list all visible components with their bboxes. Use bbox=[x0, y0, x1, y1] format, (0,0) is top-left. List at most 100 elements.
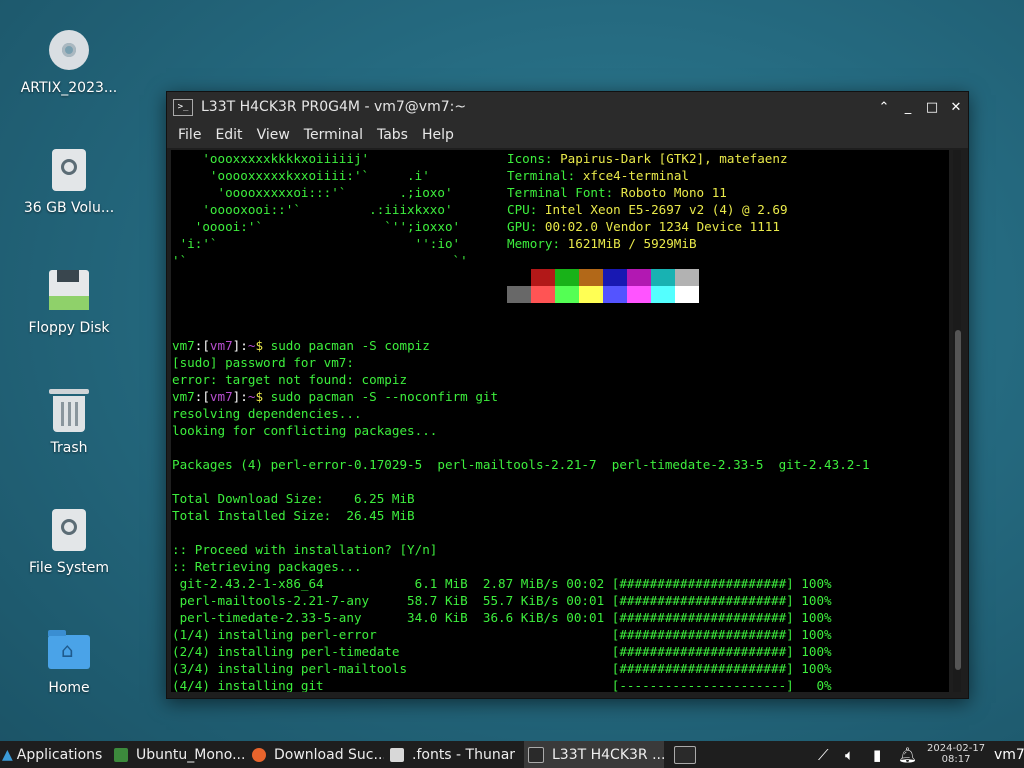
maximize-button[interactable]: □ bbox=[920, 100, 944, 115]
home-folder-icon bbox=[45, 626, 93, 674]
ascii-art-line: 'ooooxooi::'` .:iiixkxxo' bbox=[172, 202, 453, 217]
scrollbar-thumb[interactable] bbox=[955, 330, 961, 670]
taskbar: ▲ Applications Ubuntu_Mono... Download S… bbox=[0, 741, 1024, 768]
task-thunar[interactable]: .fonts - Thunar bbox=[390, 741, 518, 768]
palette-swatch bbox=[531, 286, 555, 303]
ascii-art-line: 'oooxxxxxkkkkxoiiiiij' bbox=[172, 151, 370, 166]
task-label: .fonts - Thunar bbox=[412, 746, 516, 763]
palette-swatch bbox=[579, 286, 603, 303]
desktop-icon-label: 36 GB Volu... bbox=[23, 200, 115, 216]
output-proceed: :: Proceed with installation? [Y/n] bbox=[172, 542, 438, 557]
desktop-icon-label: File System bbox=[28, 560, 110, 576]
task-label: Ubuntu_Mono... bbox=[136, 746, 246, 763]
palette-swatch bbox=[507, 286, 531, 303]
palette-swatch bbox=[555, 286, 579, 303]
install-progress-line: (3/4) installing perl-mailtools [#######… bbox=[172, 661, 832, 676]
palette-swatch bbox=[651, 269, 675, 286]
output-line: error: target not found: compiz bbox=[172, 372, 408, 387]
output-retrieving: :: Retrieving packages... bbox=[172, 559, 362, 574]
ascii-art-line: 'i:'` '':io' bbox=[172, 236, 461, 251]
optical-disc-icon bbox=[45, 26, 93, 74]
desktop-icon-volume[interactable]: 36 GB Volu... bbox=[8, 146, 130, 216]
prompt-line-1: vm7:[vm7]:~$ sudo pacman -S compiz bbox=[172, 338, 430, 353]
menu-tabs[interactable]: Tabs bbox=[370, 127, 415, 143]
sysinfo-terminal-font: Terminal Font: Roboto Mono 11 bbox=[507, 185, 727, 200]
menu-help[interactable]: Help bbox=[415, 127, 461, 143]
palette-swatch bbox=[603, 286, 627, 303]
palette-swatch bbox=[675, 286, 699, 303]
clock[interactable]: 2024-02-17 08:17 bbox=[927, 743, 985, 765]
applications-menu-button[interactable]: ▲ Applications bbox=[2, 741, 110, 768]
install-progress-line: (4/4) installing git [------------------… bbox=[172, 678, 832, 692]
sysinfo-icons: Icons: Papirus-Dark [GTK2], matefaenz bbox=[507, 151, 788, 166]
task-terminal[interactable]: L33T H4CK3R ... bbox=[524, 741, 664, 768]
trash-icon bbox=[45, 386, 93, 434]
menu-file[interactable]: File bbox=[171, 127, 208, 143]
window-titlebar[interactable]: >_ L33T H4CK3R PR0G4M - vm7@vm7:~ ⌃ _ □ … bbox=[167, 92, 968, 122]
palette-swatch bbox=[627, 269, 651, 286]
menu-bar: File Edit View Terminal Tabs Help bbox=[167, 122, 968, 148]
user-menu[interactable]: vm7 bbox=[994, 741, 1024, 768]
floppy-disk-icon bbox=[45, 266, 93, 314]
notification-bell-icon[interactable]: 🔔︎ bbox=[898, 741, 917, 768]
network-icon[interactable]: ⟋ bbox=[818, 741, 829, 768]
launcher-terminal[interactable] bbox=[674, 741, 700, 768]
ascii-art-line: 'ooooi:'` `'';ioxxo' bbox=[172, 219, 461, 234]
battery-icon[interactable]: ▮ bbox=[873, 741, 881, 768]
folder-icon bbox=[390, 747, 404, 762]
applications-label: Applications bbox=[16, 746, 103, 763]
sysinfo-terminal: Terminal: xfce4-terminal bbox=[507, 168, 689, 183]
window-title: L33T H4CK3R PR0G4M - vm7@vm7:~ bbox=[201, 99, 467, 115]
download-progress-line: perl-timedate-2.33-5-any 34.0 KiB 36.6 K… bbox=[172, 610, 832, 625]
artix-logo-icon: ▲ bbox=[2, 746, 13, 763]
desktop-icon-trash[interactable]: Trash bbox=[8, 386, 130, 456]
terminal-icon bbox=[528, 746, 544, 763]
output-line: [sudo] password for vm7: bbox=[172, 355, 354, 370]
terminal-window[interactable]: >_ L33T H4CK3R PR0G4M - vm7@vm7:~ ⌃ _ □ … bbox=[166, 91, 969, 699]
install-progress-line: (2/4) installing perl-timedate [########… bbox=[172, 644, 832, 659]
task-label: L33T H4CK3R ... bbox=[552, 746, 664, 763]
sysinfo-memory: Memory: 1621MiB / 5929MiB bbox=[507, 236, 697, 251]
terminal-output[interactable]: 'oooxxxxxkkkkxoiiiiij' 'ooooxxxxxkxxoiii… bbox=[171, 150, 949, 692]
palette-swatch bbox=[531, 269, 555, 286]
task-download[interactable]: Download Suc... bbox=[252, 741, 384, 768]
task-ubuntu-mono[interactable]: Ubuntu_Mono... bbox=[114, 741, 248, 768]
palette-swatch bbox=[507, 269, 531, 286]
output-line: resolving dependencies... bbox=[172, 406, 362, 421]
palette-swatch bbox=[579, 269, 603, 286]
clock-time: 08:17 bbox=[941, 754, 971, 765]
output-installed-size: Total Installed Size: 26.45 MiB bbox=[172, 508, 415, 523]
desktop-icon-artix-disc[interactable]: ARTIX_2023... bbox=[8, 26, 130, 96]
prompt-line-2: vm7:[vm7]:~$ sudo pacman -S --noconfirm … bbox=[172, 389, 499, 404]
download-progress-line: git-2.43.2-1-x86_64 6.1 MiB 2.87 MiB/s 0… bbox=[172, 576, 832, 591]
minimize-button[interactable]: _ bbox=[896, 100, 920, 115]
menu-edit[interactable]: Edit bbox=[208, 127, 249, 143]
output-line: looking for conflicting packages... bbox=[172, 423, 438, 438]
task-label: Download Suc... bbox=[274, 746, 384, 763]
desktop-icon-floppy[interactable]: Floppy Disk bbox=[8, 266, 130, 336]
firefox-icon bbox=[252, 747, 266, 762]
ascii-art-line: 'ooooxxxxxoi:::'` .;ioxo' bbox=[172, 185, 453, 200]
hard-drive-icon bbox=[45, 146, 93, 194]
hard-drive-icon bbox=[45, 506, 93, 554]
shade-button[interactable]: ⌃ bbox=[872, 100, 896, 115]
terminal-scrollbar[interactable] bbox=[953, 150, 961, 692]
desktop-icon-label: Trash bbox=[50, 440, 88, 456]
desktop-icon-label: Floppy Disk bbox=[28, 320, 110, 336]
menu-terminal[interactable]: Terminal bbox=[297, 127, 370, 143]
sysinfo-gpu: GPU: 00:02.0 Vendor 1234 Device 1111 bbox=[507, 219, 780, 234]
volume-icon[interactable]: 🔈︎ bbox=[845, 741, 854, 768]
output-download-size: Total Download Size: 6.25 MiB bbox=[172, 491, 415, 506]
ascii-art-line: 'ooooxxxxxkxxoiiii:'` .i' bbox=[172, 168, 430, 183]
desktop-icon-label: Home bbox=[48, 680, 90, 696]
palette-swatch bbox=[603, 269, 627, 286]
menu-view[interactable]: View bbox=[250, 127, 297, 143]
install-progress-line: (1/4) installing perl-error [###########… bbox=[172, 627, 832, 642]
clock-date: 2024-02-17 bbox=[927, 743, 986, 754]
desktop-icon-home[interactable]: Home bbox=[8, 626, 130, 696]
download-progress-line: perl-mailtools-2.21-7-any 58.7 KiB 55.7 … bbox=[172, 593, 832, 608]
desktop-icon-file-system[interactable]: File System bbox=[8, 506, 130, 576]
sysinfo-cpu: CPU: Intel Xeon E5-2697 v2 (4) @ 2.69 bbox=[507, 202, 788, 217]
close-button[interactable]: ✕ bbox=[944, 100, 968, 115]
palette-swatch bbox=[555, 269, 579, 286]
